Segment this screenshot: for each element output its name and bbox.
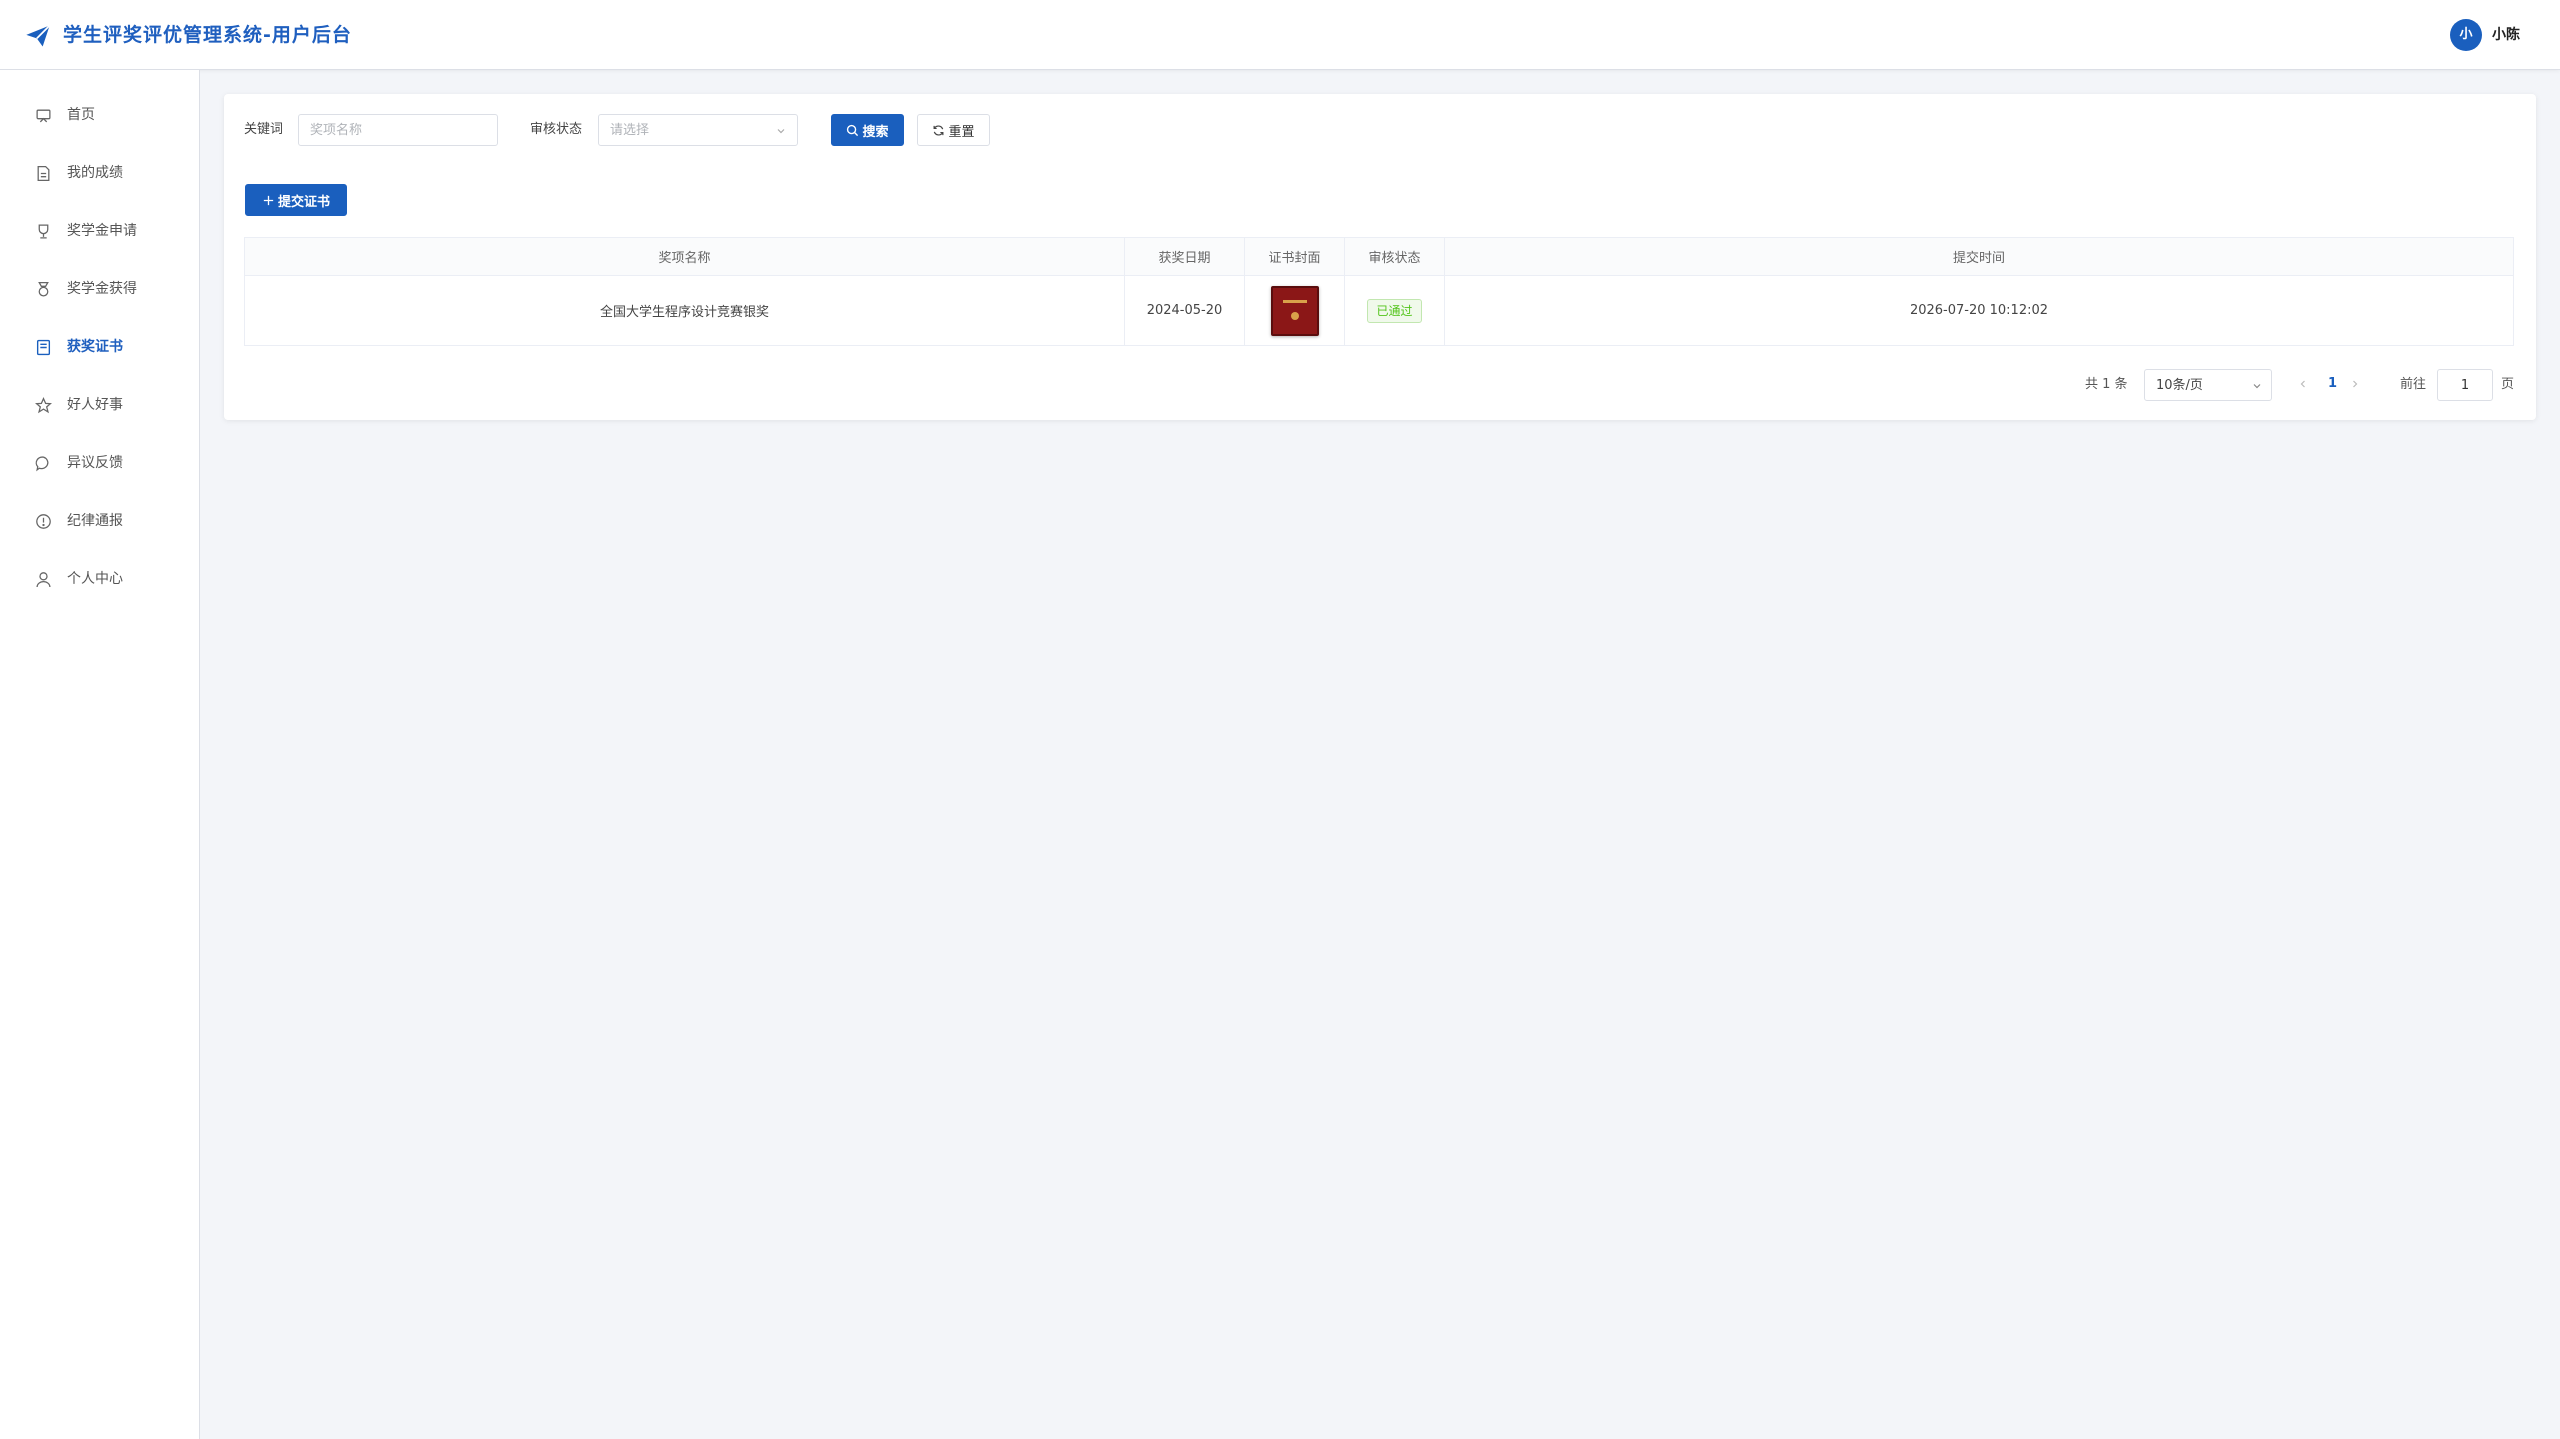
column-header-submit-time: 提交时间 <box>1444 237 2514 276</box>
pagination-goto-input[interactable] <box>2438 370 2492 400</box>
search-button-label: 搜索 <box>862 124 889 140</box>
user-icon <box>36 572 51 588</box>
sidebar-item-discipline[interactable]: 纪律通报 <box>0 492 199 550</box>
chevron-down-icon <box>777 129 785 134</box>
pagination-total: 共 1 条 <box>2085 377 2128 392</box>
sidebar-item-feedback[interactable]: 异议反馈 <box>0 434 199 492</box>
sidebar-item-label: 获奖证书 <box>67 339 123 355</box>
username[interactable]: 小陈 <box>2492 26 2520 44</box>
search-button[interactable]: 搜索 <box>831 114 904 146</box>
sidebar-item-label: 纪律通报 <box>67 513 123 529</box>
chevron-down-icon <box>2253 384 2261 389</box>
home-icon <box>36 109 51 123</box>
column-header-award-name: 奖项名称 <box>244 237 1125 276</box>
pagination-current-page[interactable]: 1 <box>2328 375 2337 393</box>
column-header-cover: 证书封面 <box>1244 237 1345 276</box>
page-size-value: 10条/页 <box>2156 378 2203 393</box>
pagination-goto-label: 前往 <box>2400 377 2427 392</box>
sidebar-item-scholarship-obtained[interactable]: 奖学金获得 <box>0 260 199 318</box>
cell-award-date: 2024-05-20 <box>1124 275 1245 346</box>
keyword-label: 关键词 <box>244 122 284 137</box>
main-card: 关键词 审核状态 请选择 搜索 重置 提交证书 奖项名称 获奖日期 证书封面 审… <box>224 94 2536 420</box>
table-row: 全国大学生程序设计竞赛银奖 2024-05-20 已通过 2026-07-20 … <box>244 275 2514 346</box>
sidebar-item-profile[interactable]: 个人中心 <box>0 550 199 608</box>
cell-award-name: 全国大学生程序设计竞赛银奖 <box>244 275 1125 346</box>
certificate-thumbnail[interactable] <box>1270 285 1319 336</box>
column-header-status: 审核状态 <box>1344 237 1445 276</box>
app-title: 学生评奖评优管理系统-用户后台 <box>63 24 352 46</box>
reset-button[interactable]: 重置 <box>917 114 990 146</box>
sidebar-item-home[interactable]: 首页 <box>0 86 199 144</box>
search-icon <box>847 124 859 136</box>
keyword-field[interactable] <box>298 114 498 146</box>
sidebar-item-label: 我的成绩 <box>67 165 123 181</box>
medal-icon <box>38 281 49 297</box>
chat-icon <box>35 456 49 472</box>
keyword-input[interactable] <box>299 115 497 145</box>
page-size-select[interactable]: 10条/页 <box>2144 369 2272 401</box>
submit-certificate-button[interactable]: 提交证书 <box>245 184 347 216</box>
pagination-goto-field[interactable] <box>2437 369 2493 401</box>
sidebar-item-good-deeds[interactable]: 好人好事 <box>0 376 199 434</box>
cell-status: 已通过 <box>1344 275 1445 346</box>
cell-cover <box>1244 275 1345 346</box>
status-badge: 已通过 <box>1367 298 1422 323</box>
chevron-right-icon[interactable] <box>2349 378 2361 390</box>
sidebar-item-scholarship-apply[interactable]: 奖学金申请 <box>0 202 199 260</box>
table-header-row: 奖项名称 获奖日期 证书封面 审核状态 提交时间 <box>244 237 2514 276</box>
sidebar: 首页 我的成绩 奖学金申请 奖学金获得 获奖证书 好人好事 异议反馈 纪律通报 … <box>0 70 200 1439</box>
pagination-page-suffix: 页 <box>2501 377 2515 392</box>
trophy-icon <box>38 224 49 239</box>
top-header: 学生评奖评优管理系统-用户后台 小 小陈 <box>0 0 2560 70</box>
submit-certificate-label: 提交证书 <box>277 194 330 210</box>
sidebar-item-label: 首页 <box>67 107 95 123</box>
refresh-icon <box>934 124 944 136</box>
status-select[interactable]: 请选择 <box>598 114 798 146</box>
certificate-icon <box>36 339 51 356</box>
reset-button-label: 重置 <box>948 124 975 140</box>
paper-plane-icon <box>26 24 51 47</box>
sidebar-item-label: 奖学金获得 <box>67 281 137 297</box>
sidebar-item-label: 好人好事 <box>67 397 123 413</box>
avatar[interactable]: 小 <box>2450 19 2482 51</box>
certificates-table: 奖项名称 获奖日期 证书封面 审核状态 提交时间 全国大学生程序设计竞赛银奖 2… <box>244 237 2514 346</box>
status-label: 审核状态 <box>530 122 583 137</box>
sidebar-item-certificates[interactable]: 获奖证书 <box>0 318 199 376</box>
sidebar-item-my-grades[interactable]: 我的成绩 <box>0 144 199 202</box>
chevron-left-icon[interactable] <box>2297 378 2309 390</box>
plus-icon <box>263 195 274 205</box>
sidebar-item-label: 个人中心 <box>67 571 123 587</box>
warning-icon <box>36 514 51 529</box>
sidebar-item-label: 奖学金申请 <box>67 223 137 239</box>
cell-submit-time: 2026-07-20 10:12:02 <box>1444 275 2514 346</box>
column-header-award-date: 获奖日期 <box>1124 237 1245 276</box>
document-icon <box>37 165 50 182</box>
star-icon <box>35 397 52 414</box>
sidebar-item-label: 异议反馈 <box>67 455 123 471</box>
status-select-placeholder: 请选择 <box>610 123 650 138</box>
